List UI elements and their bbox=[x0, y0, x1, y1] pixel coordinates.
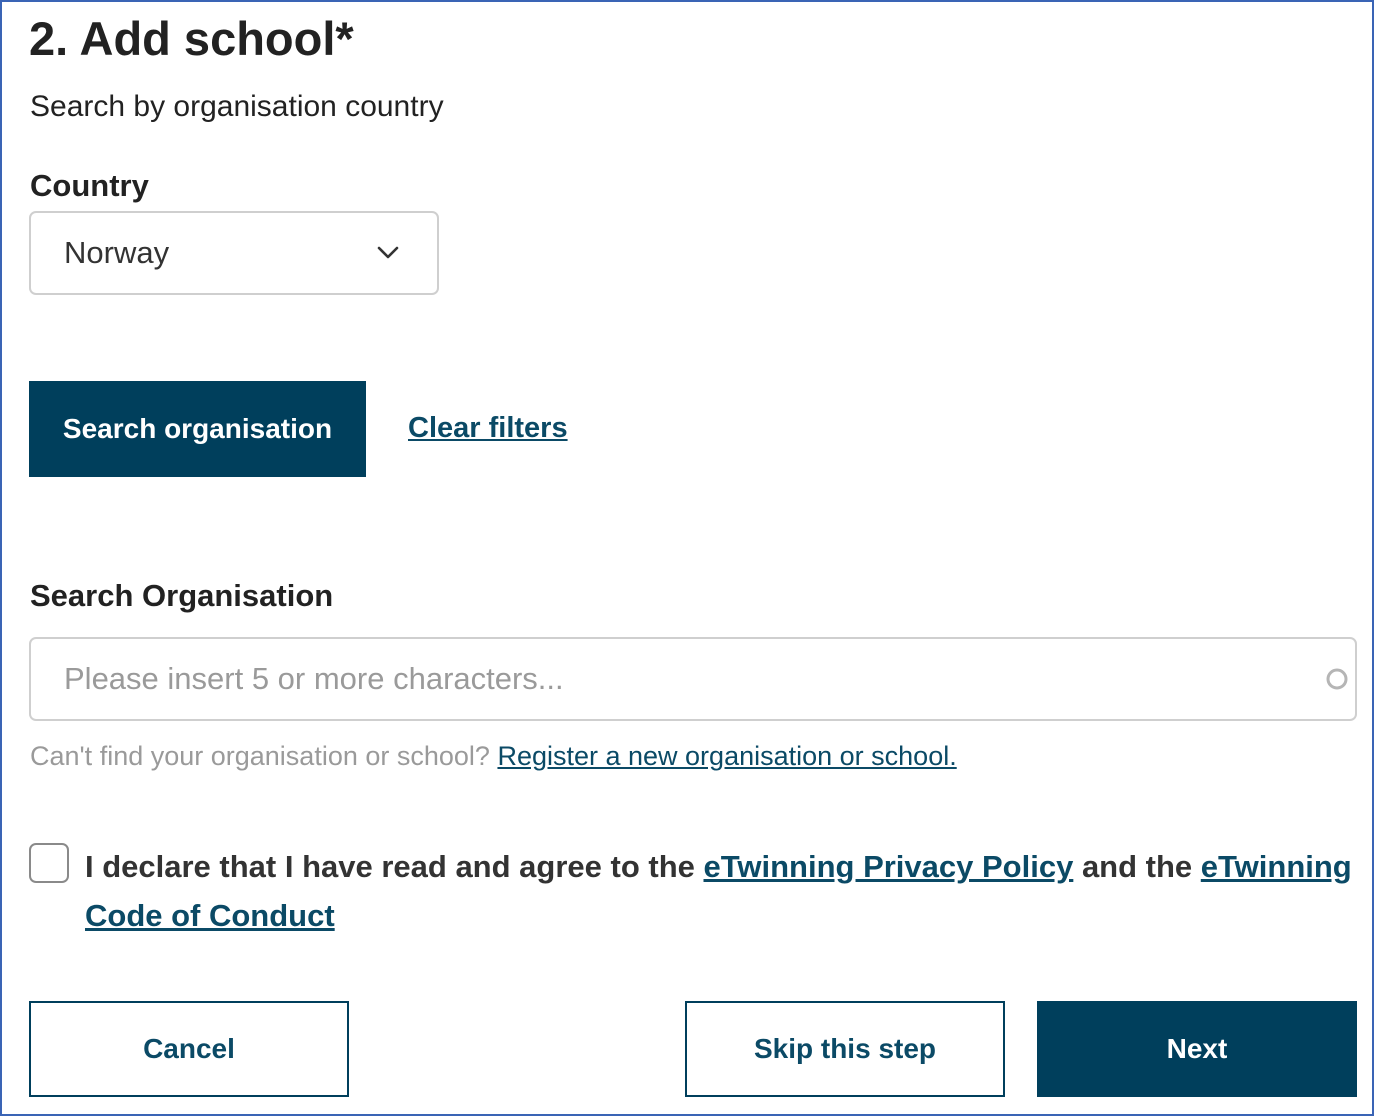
country-select-value: Norway bbox=[64, 235, 170, 270]
declaration-text: I declare that I have read and agree to … bbox=[85, 842, 1358, 940]
search-organisation-label: Search Organisation bbox=[30, 578, 334, 613]
register-help-text: Can't find your organisation or school? … bbox=[30, 739, 957, 773]
declaration-text-middle: and the bbox=[1073, 849, 1201, 884]
register-organisation-link[interactable]: Register a new organisation or school. bbox=[497, 741, 956, 771]
section-title: 2. Add school* bbox=[29, 12, 354, 65]
declaration-checkbox[interactable] bbox=[29, 843, 69, 883]
skip-step-button[interactable]: Skip this step bbox=[685, 1001, 1005, 1097]
chevron-down-icon bbox=[377, 246, 399, 259]
page-frame bbox=[0, 0, 1374, 1116]
country-select[interactable]: Norway bbox=[29, 211, 439, 295]
search-organisation-button[interactable]: Search organisation bbox=[29, 381, 366, 477]
spinner-icon bbox=[1326, 668, 1348, 690]
declaration-text-before: I declare that I have read and agree to … bbox=[85, 849, 704, 884]
search-organisation-field bbox=[29, 637, 1357, 721]
privacy-policy-link[interactable]: eTwinning Privacy Policy bbox=[704, 849, 1074, 884]
section-subtitle: Search by organisation country bbox=[30, 90, 444, 123]
search-organisation-input[interactable] bbox=[31, 639, 1355, 719]
next-button[interactable]: Next bbox=[1037, 1001, 1357, 1097]
cancel-button[interactable]: Cancel bbox=[29, 1001, 349, 1097]
register-help-label: Can't find your organisation or school? bbox=[30, 741, 490, 771]
country-label: Country bbox=[30, 168, 149, 203]
clear-filters-link[interactable]: Clear filters bbox=[408, 410, 568, 446]
